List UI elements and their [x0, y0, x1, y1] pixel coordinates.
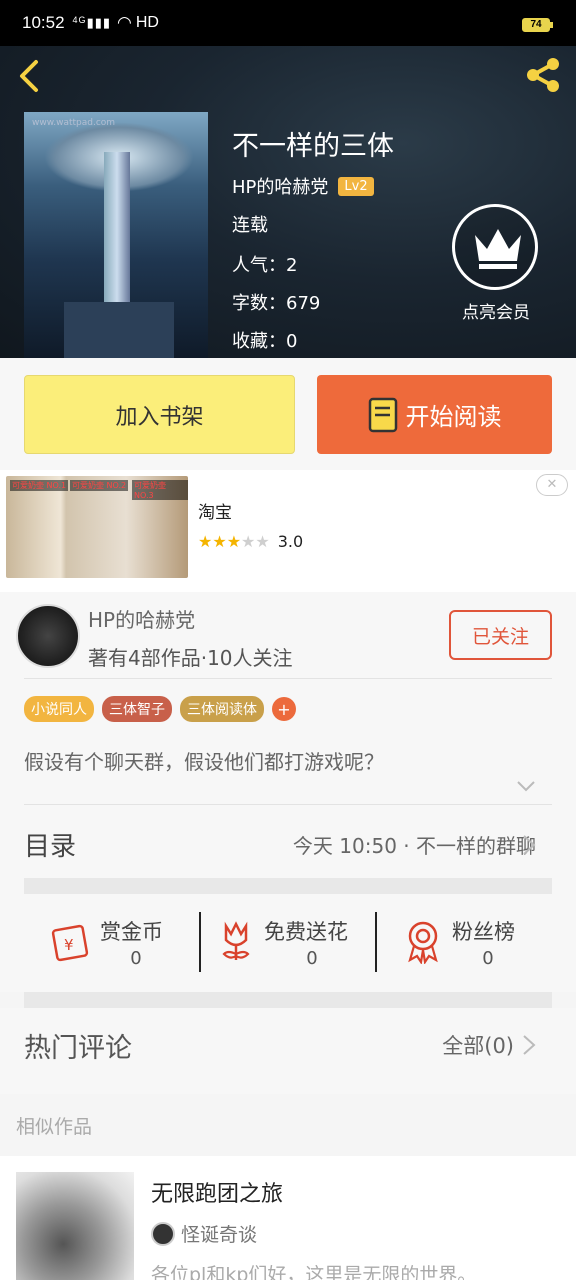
book-word-count: 字数：679 — [232, 293, 321, 314]
similar-book-author: 怪诞奇谈 — [181, 1224, 258, 1246]
all-comments-link[interactable]: 全部(0) — [442, 1030, 514, 1060]
crown-icon — [475, 229, 521, 269]
ad-thumb-label-1: 可爱奶壶 NO.1 — [10, 480, 69, 491]
latest-chapter: 今天 10:50 · 不一样的群聊 — [292, 834, 536, 858]
book-header: 10:52 4G▮▮▮ ◠ HD 74 www.wattpad.com 不一样的… — [0, 0, 576, 358]
vip-button[interactable] — [452, 204, 538, 290]
book-author-line: HP的哈赫党 Lv2 — [232, 173, 374, 199]
book-intro[interactable]: 假设有个聊天群，假设他们都打游戏呢？ — [24, 746, 384, 775]
start-reading-button[interactable]: 开始阅读 — [317, 375, 552, 454]
add-tag-button[interactable]: + — [272, 697, 296, 721]
hd-indicator: HD — [135, 14, 159, 31]
avatar — [151, 1221, 175, 1246]
send-flower-count: 0 — [306, 948, 318, 969]
similar-works-header: 相似作品 — [0, 1094, 576, 1156]
star-empty-icon: ★ — [255, 532, 270, 551]
add-to-shelf-button[interactable]: 加入书架 — [24, 375, 295, 454]
signal-icon: 4G▮▮▮ — [72, 15, 112, 30]
book-popularity: 人气：2 — [232, 255, 298, 276]
catalog-row[interactable]: 目录 今天 10:50 · 不一样的群聊 — [0, 808, 576, 878]
medal-icon — [408, 921, 438, 964]
similar-book-desc: 各位pl和kp们好，这里是无限的世界。 — [151, 1264, 477, 1280]
star-icon: ★ — [198, 532, 213, 551]
chevron-right-icon — [523, 1035, 536, 1055]
section-separator — [24, 878, 552, 894]
reward-coin-label: 赏金币 — [100, 920, 163, 944]
flower-icon — [222, 921, 250, 960]
similar-book-author-line: 怪诞奇谈 — [151, 1220, 257, 1247]
share-button[interactable] — [522, 54, 564, 96]
catalog-label: 目录 — [24, 832, 77, 862]
vip-label: 点亮会员 — [462, 303, 530, 323]
section-separator — [24, 992, 552, 1008]
ad-thumb-label-2: 可爱奶壶 NO.2 — [70, 480, 129, 491]
cover-watermark: www.wattpad.com — [32, 118, 116, 128]
ad-banner[interactable]: 可爱奶壶 NO.1 可爱奶壶 NO.2 可爱奶壶 NO.3 淘宝 ★ ★ ★ ★… — [0, 470, 576, 592]
similar-book-cover[interactable] — [16, 1172, 134, 1280]
book-state: 连载 — [232, 215, 268, 236]
send-flower-button[interactable]: 免费送花 0 — [216, 910, 366, 992]
cover-building — [64, 302, 174, 358]
ad-close-button[interactable]: ✕ — [536, 474, 568, 496]
chevron-right-icon — [523, 835, 536, 855]
book-author[interactable]: HP的哈赫党 — [232, 173, 328, 199]
star-empty-icon: ★ — [241, 532, 256, 551]
book-cover[interactable]: www.wattpad.com — [24, 112, 208, 358]
reward-bar: ¥ 赏金币 0 免费送花 0 粉丝榜 0 — [0, 910, 576, 992]
divider — [375, 912, 377, 972]
divider — [24, 678, 552, 679]
share-icon — [527, 58, 559, 92]
book-icon — [368, 397, 397, 432]
ad-score: 3.0 — [277, 532, 304, 551]
wifi-icon: ◠ — [117, 13, 132, 32]
avatar[interactable] — [16, 604, 80, 668]
ad-title: 淘宝 — [198, 503, 232, 523]
network-type: 4G — [72, 15, 87, 25]
star-icon: ★ — [212, 532, 227, 551]
chevron-down-icon[interactable] — [516, 780, 536, 792]
back-button[interactable] — [14, 58, 46, 94]
divider — [199, 912, 201, 972]
start-reading-label: 开始阅读 — [405, 403, 502, 431]
list-item[interactable]: 无限跑团之旅 怪诞奇谈 各位pl和kp们好，这里是无限的世界。 — [0, 1156, 576, 1280]
battery-icon: 74 — [522, 18, 553, 32]
tag-chip[interactable]: 小说同人 — [24, 696, 94, 722]
red-envelope-icon: ¥ — [51, 924, 89, 962]
star-icon: ★ — [226, 532, 242, 551]
tag-chip[interactable]: 三体阅读体 — [180, 696, 264, 722]
ad-image[interactable]: 可爱奶壶 NO.1 可爱奶壶 NO.2 可爱奶壶 NO.3 — [6, 476, 188, 578]
book-title: 不一样的三体 — [232, 131, 394, 162]
ad-rating: ★ ★ ★ ★ ★ 3.0 — [198, 532, 303, 551]
similar-works-heading: 相似作品 — [16, 1116, 93, 1138]
author-name[interactable]: HP的哈赫党 — [88, 604, 195, 633]
fan-ranking-count: 0 — [482, 948, 494, 969]
ad-thumb-label-3: 可爱奶壶 NO.3 — [132, 480, 188, 500]
book-favorites: 收藏：0 — [232, 331, 298, 352]
status-bar: 10:52 4G▮▮▮ ◠ HD 74 — [0, 0, 576, 46]
reward-coin-count: 0 — [130, 948, 142, 969]
similar-book-title: 无限跑团之旅 — [151, 1182, 284, 1207]
action-bar: 加入书架 开始阅读 — [0, 358, 576, 470]
back-arrow-icon — [20, 60, 38, 92]
fan-ranking-button[interactable]: 粉丝榜 0 — [404, 910, 544, 992]
tag-list: 小说同人 三体智子 三体阅读体 + — [24, 696, 296, 722]
hot-comments-row[interactable]: 热门评论 全部(0) — [0, 1008, 576, 1094]
tag-chip[interactable]: 三体智子 — [102, 696, 172, 722]
status-time: 10:52 — [22, 13, 65, 32]
send-flower-label: 免费送花 — [264, 920, 348, 944]
hot-comments-label: 热门评论 — [24, 1033, 132, 1064]
author-stats: 著有4部作品·10人关注 — [88, 646, 293, 670]
divider — [24, 804, 552, 805]
follow-button[interactable]: 已关注 — [449, 610, 552, 660]
reward-coin-button[interactable]: ¥ 赏金币 0 — [50, 910, 190, 992]
level-badge: Lv2 — [338, 176, 374, 196]
author-card: HP的哈赫党 著有4部作品·10人关注 已关注 小说同人 三体智子 三体阅读体 … — [0, 592, 576, 910]
svg-text:¥: ¥ — [64, 936, 74, 954]
fan-ranking-label: 粉丝榜 — [452, 920, 515, 944]
